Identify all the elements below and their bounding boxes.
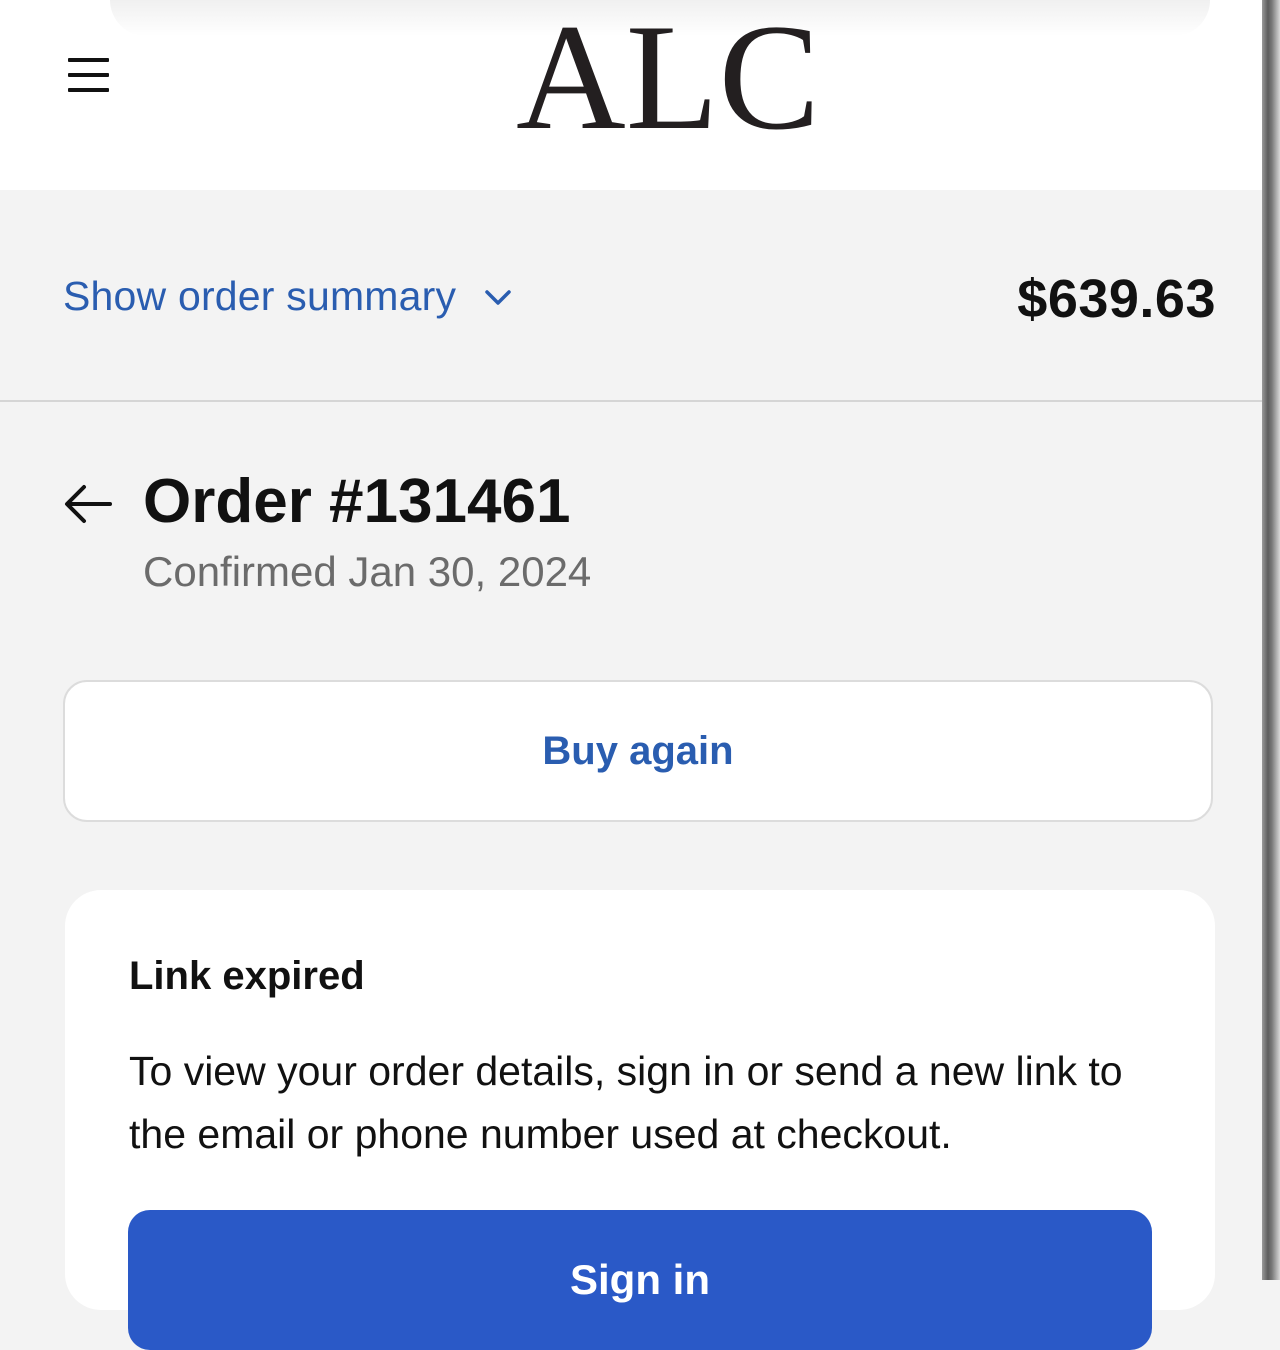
brand-logo[interactable]: ALC [0,0,1262,190]
chevron-down-icon [485,290,511,305]
order-confirmed-date: Confirmed Jan 30, 2024 [143,548,592,595]
order-summary-bar: Show order summary $639.63 [0,190,1262,402]
link-expired-title: Link expired [129,954,365,998]
site-header: ALC [0,0,1262,190]
logo-text: ALC [516,0,820,161]
link-expired-card: Link expired To view your order details,… [65,890,1215,1350]
arrow-left-icon[interactable] [62,482,114,526]
scrollbar[interactable] [1262,0,1280,1280]
order-title: Order #131461 [143,467,571,536]
buy-again-button[interactable]: Buy again [63,680,1213,822]
link-expired-message: To view your order details, sign in or s… [129,1048,1123,1157]
summary-toggle-label: Show order summary [63,272,457,319]
show-order-summary-toggle[interactable]: Show order summary [63,266,512,326]
sign-in-button[interactable]: Sign in [128,1210,1152,1350]
order-total: $639.63 [1017,269,1216,329]
order-header: Order #131461 Confirmed Jan 30, 2024 [0,460,1262,610]
